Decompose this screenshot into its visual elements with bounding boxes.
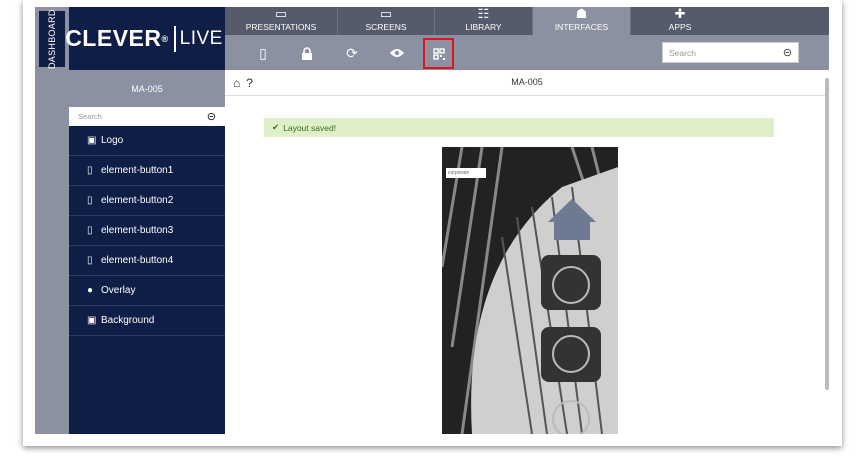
mobile-device-button[interactable]: ▯ bbox=[252, 42, 274, 64]
sidebar-item-label: element-button2 bbox=[101, 195, 174, 206]
mobile-icon: ▯ bbox=[259, 44, 267, 61]
sidebar-item-element-button1[interactable]: ▯ element-button1 bbox=[69, 156, 225, 186]
sidebar-item-background[interactable]: ▣ Background bbox=[69, 306, 225, 336]
tab-screens[interactable]: ▭ SCREENS bbox=[338, 7, 435, 35]
sidebar: MA-005 Search ⊝ ▣ Logo ▯ element-button1 ▯… bbox=[69, 70, 225, 434]
preview-button[interactable] bbox=[386, 42, 408, 64]
sidebar-item-overlay[interactable]: ● Overlay bbox=[69, 276, 225, 306]
home-icon[interactable]: ⌂ bbox=[233, 76, 240, 90]
interfaces-icon: ☗ bbox=[575, 6, 588, 21]
sidebar-item-element-button2[interactable]: ▯ element-button2 bbox=[69, 186, 225, 216]
sidebar-item-label: Background bbox=[101, 315, 155, 326]
tab-interfaces[interactable]: ☗ INTERFACES bbox=[533, 7, 631, 35]
help-icon[interactable]: ? bbox=[246, 76, 253, 90]
sidebar-item-label: element-button4 bbox=[101, 255, 174, 266]
sidebar-search-input[interactable]: Search ⊝ bbox=[69, 107, 225, 126]
tab-label: SCREENS bbox=[365, 22, 407, 32]
toolbar-search-input[interactable]: Search ⊝ bbox=[662, 42, 799, 63]
brand-live: LIVE bbox=[173, 25, 229, 52]
dashboard-tab[interactable]: DASHBOARD bbox=[39, 9, 65, 69]
tab-label: APPS bbox=[668, 22, 692, 32]
library-icon: ☷ bbox=[477, 6, 490, 21]
main-header: ⌂ ? bbox=[225, 70, 829, 96]
brand-reg: ® bbox=[161, 33, 169, 44]
tab-label: LIBRARY bbox=[465, 22, 502, 32]
layout-preview[interactable]: corporate bbox=[442, 147, 618, 434]
brand-name: CLEVER bbox=[65, 25, 162, 51]
monitor-icon: ▭ bbox=[379, 6, 393, 21]
button-element-icon: ▯ bbox=[87, 165, 93, 176]
lock-icon bbox=[302, 46, 312, 60]
sidebar-item-label: Overlay bbox=[101, 285, 136, 296]
sidebar-item-label: Logo bbox=[101, 135, 124, 146]
tab-label: INTERFACES bbox=[554, 22, 609, 32]
main-panel: ⌂ ? MA-005 ✔ Layout saved! corporate bbox=[225, 70, 829, 434]
sidebar-item-element-button4[interactable]: ▯ element-button4 bbox=[69, 246, 225, 276]
presentation-icon: ▭ bbox=[274, 6, 288, 21]
sidebar-search-placeholder: Search bbox=[78, 112, 102, 121]
tab-label: PRESENTATIONS bbox=[245, 22, 317, 32]
sidebar-item-label: element-button3 bbox=[101, 225, 174, 236]
sidebar-item-label: element-button1 bbox=[101, 165, 174, 176]
top-nav: ▭ PRESENTATIONS ▭ SCREENS ☷ LIBRARY ☗ IN… bbox=[225, 7, 829, 35]
tab-apps[interactable]: ✚ APPS bbox=[631, 7, 729, 35]
refresh-icon: ⟳ bbox=[346, 44, 358, 61]
toolbar: ▯ ⟳ Search ⊝ bbox=[225, 35, 829, 70]
preview-logo: corporate bbox=[446, 168, 486, 178]
vertical-scrollbar[interactable] bbox=[825, 78, 829, 390]
button-element-icon: ▯ bbox=[87, 195, 93, 206]
search-go-icon[interactable]: ⊝ bbox=[783, 46, 792, 59]
background-image bbox=[442, 147, 618, 434]
button-element-icon: ▯ bbox=[87, 255, 93, 266]
qr-code-icon bbox=[432, 47, 445, 60]
check-icon: ✔ bbox=[272, 122, 280, 132]
dashboard-rail: DASHBOARD bbox=[35, 7, 69, 434]
overlay-icon: ● bbox=[87, 285, 94, 296]
alert-text: Layout saved! bbox=[283, 122, 337, 133]
refresh-button[interactable]: ⟳ bbox=[341, 42, 363, 64]
image-icon: ▣ bbox=[87, 135, 97, 146]
sidebar-item-logo[interactable]: ▣ Logo bbox=[69, 126, 225, 156]
tab-presentations[interactable]: ▭ PRESENTATIONS bbox=[225, 7, 338, 35]
tab-library[interactable]: ☷ LIBRARY bbox=[435, 7, 533, 35]
sidebar-title: MA-005 bbox=[69, 70, 225, 107]
sidebar-search-go-icon[interactable]: ⊝ bbox=[207, 110, 216, 123]
search-placeholder: Search bbox=[669, 47, 696, 58]
brand-logo[interactable]: CLEVER ® LIVE bbox=[65, 7, 229, 70]
button-element-icon: ▯ bbox=[87, 225, 93, 236]
puzzle-icon: ✚ bbox=[674, 6, 686, 21]
sidebar-item-element-button3[interactable]: ▯ element-button3 bbox=[69, 216, 225, 246]
lock-button[interactable] bbox=[296, 42, 318, 64]
qr-code-button[interactable] bbox=[423, 38, 454, 69]
eye-icon bbox=[390, 49, 404, 57]
image-icon: ▣ bbox=[87, 315, 97, 326]
status-alert: ✔ Layout saved! bbox=[264, 118, 774, 137]
